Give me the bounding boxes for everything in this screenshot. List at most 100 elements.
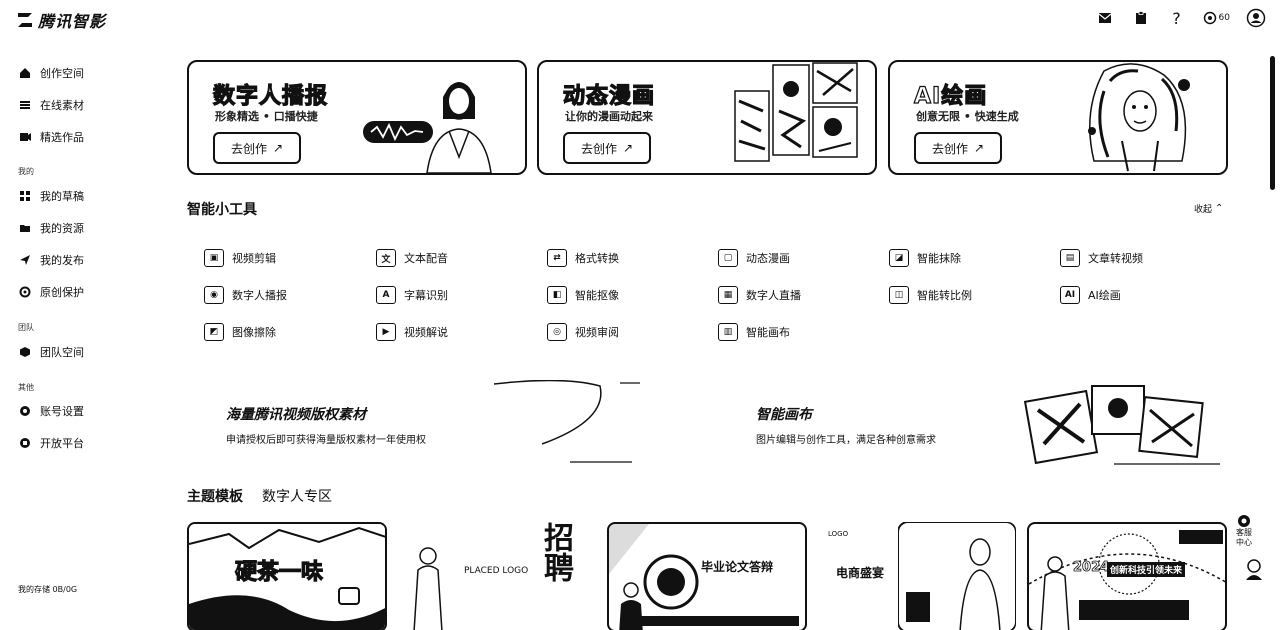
article-video-icon: ▤ (1060, 249, 1080, 267)
template-card[interactable]: 硬茶一味 (187, 522, 387, 630)
sidebar-item-label: 精选作品 (40, 131, 84, 144)
tool-label: 字幕识别 (404, 289, 448, 302)
chevron-up-icon: ⌃ (1215, 203, 1224, 214)
arrow-up-right-icon: ↗ (272, 141, 284, 155)
button-label: 去创作 (230, 141, 267, 156)
tool-item[interactable]: ◉ 数字人播报 (204, 285, 287, 305)
tool-item[interactable]: ▶ 视频解说 (376, 322, 448, 342)
tool-item[interactable]: A 字幕识别 (376, 285, 448, 305)
erase-icon: ◪ (889, 249, 909, 267)
sidebar-item-resources[interactable]: 我的资源 (18, 219, 84, 237)
storage-info[interactable]: 我的存储 0B/0G (18, 584, 77, 595)
send-icon (18, 253, 32, 267)
group-label-other: 其他 (18, 383, 34, 392)
tool-item[interactable]: ◫ 智能转比例 (889, 285, 972, 305)
page-scrollbar[interactable] (1270, 56, 1275, 190)
tab-digital-human[interactable]: 数字人专区 (262, 486, 332, 506)
grid-icon (18, 189, 32, 203)
banner-comic[interactable]: 动态漫画 让你的漫画动起来 去创作 ↗ (537, 60, 877, 175)
banner-create-button[interactable]: 去创作 ↗ (563, 132, 651, 164)
template-text-2: 创新科技引领未来 (1107, 562, 1186, 577)
live-icon: ▦ (718, 286, 738, 304)
tool-label: 智能抹除 (917, 252, 961, 265)
template-card[interactable]: PLACED LOGO 招聘 (400, 522, 596, 630)
clipboard-icon[interactable] (1131, 8, 1151, 28)
template-card[interactable]: LOGO 电商盛宴 (818, 522, 1016, 630)
tool-item[interactable]: ▥ 智能画布 (718, 322, 790, 342)
button-label: 去创作 (580, 141, 617, 156)
banner-create-button[interactable]: 去创作 ↗ (213, 132, 301, 164)
group-label-mine: 我的 (18, 167, 34, 176)
sidebar-item-publish[interactable]: 我的发布 (18, 251, 84, 269)
tool-item[interactable]: ▦ 数字人直播 (718, 285, 801, 305)
template-card[interactable]: 毕业论文答辩 (607, 522, 807, 630)
user-avatar-icon[interactable] (1246, 8, 1266, 28)
tool-item[interactable]: ◧ 智能抠像 (547, 285, 619, 305)
shield-icon (18, 285, 32, 299)
tool-item[interactable]: ⇄ 格式转换 (547, 248, 619, 268)
sidebar-item-label: 团队空间 (40, 346, 84, 359)
tool-label: 文章转视频 (1088, 252, 1143, 265)
tool-item[interactable]: ◎ 视频审阅 (547, 322, 619, 342)
cube-icon (18, 345, 32, 359)
mail-icon[interactable] (1095, 8, 1115, 28)
tool-item[interactable]: 文文本配音 (376, 248, 448, 268)
points-value: 60 (1218, 13, 1230, 23)
tool-label: 数字人播报 (232, 289, 287, 302)
sidebar-item-account[interactable]: 账号设置 (18, 402, 84, 420)
sidebar-item-label: 我的资源 (40, 222, 84, 235)
tool-label: 智能转比例 (917, 289, 972, 302)
promo-title-canvas[interactable]: 智能画布 (756, 404, 812, 424)
sidebar-item-drafts[interactable]: 我的草稿 (18, 187, 84, 205)
tab-theme-templates[interactable]: 主题模板 (187, 486, 243, 506)
promo-curve-decoration (494, 380, 640, 463)
sidebar-item-protect[interactable]: 原创保护 (18, 283, 84, 301)
review-icon: ◎ (547, 323, 567, 341)
assistant-avatar-icon[interactable] (1244, 558, 1264, 580)
template-card[interactable]: 2024 创新科技引领未来 (1027, 522, 1227, 630)
comic-illustration (734, 62, 858, 162)
collapse-label: 收起 (1194, 205, 1213, 215)
text-voice-icon: 文 (376, 249, 396, 267)
banner-ai-paint[interactable]: AI绘画 创意无限 • 快速生成 去创作 ↗ (888, 60, 1228, 175)
template-text: 2024 (1073, 560, 1110, 576)
arrow-up-right-icon: ↗ (622, 141, 634, 155)
plug-icon (18, 436, 32, 450)
sidebar-item-open-platform[interactable]: 开放平台 (18, 434, 84, 452)
sidebar-item-label: 原创保护 (40, 286, 84, 299)
promo-subtitle-canvas: 图片编辑与创作工具，满足各种创意需求 (756, 435, 936, 446)
sidebar-item-create[interactable]: 创作空间 (18, 64, 84, 82)
promo-title-copyright[interactable]: 海量腾讯视频版权素材 (226, 404, 366, 424)
promo-subtitle-copyright: 申请授权后即可获得海量版权素材一年使用权 (226, 435, 426, 446)
image-erase-icon: ◩ (204, 323, 224, 341)
play-icon (18, 130, 32, 144)
layers-icon (18, 98, 32, 112)
template-text: LOGO (828, 530, 849, 538)
tool-item[interactable]: ◩ 图像擦除 (204, 322, 276, 342)
tool-item[interactable]: ▢ 动态漫画 (718, 248, 790, 268)
tool-item[interactable]: ◪ 智能抹除 (889, 248, 961, 268)
tool-item[interactable]: ▤ 文章转视频 (1060, 248, 1143, 268)
help-icon[interactable]: ? (1167, 8, 1187, 28)
banner-create-button[interactable]: 去创作 ↗ (914, 132, 1002, 164)
logo[interactable]: 腾讯智影 (16, 8, 106, 32)
arrow-up-right-icon: ↗ (973, 141, 985, 155)
sidebar-item-works[interactable]: 精选作品 (18, 128, 84, 146)
tool-label: AI绘画 (1088, 289, 1121, 302)
ai-portrait-illustration (1088, 63, 1190, 172)
points-badge[interactable]: 60 (1203, 11, 1230, 25)
tool-item[interactable]: AI AI绘画 (1060, 285, 1121, 305)
sidebar-item-materials[interactable]: 在线素材 (18, 96, 84, 114)
banner-digital-human[interactable]: 数字人播报 形象精选 • 口播快捷 去创作 ↗ (187, 60, 527, 175)
collapse-toggle[interactable]: 收起 ⌃ (1194, 202, 1223, 215)
tool-item[interactable]: ▣ 视频剪辑 (204, 248, 276, 268)
canvas-icon: ▥ (718, 323, 738, 341)
sidebar-item-label: 在线素材 (40, 99, 84, 112)
customer-service-button[interactable]: 客服中心 (1232, 514, 1256, 547)
banner-subtitle: 形象精选 • 口播快捷 (215, 110, 318, 123)
top-bar: 腾讯智影 ? 60 (0, 0, 1280, 40)
tool-label: 图像擦除 (232, 326, 276, 339)
sidebar-item-team-space[interactable]: 团队空间 (18, 343, 84, 361)
storage-value: 0B/0G (52, 585, 78, 594)
template-text: PLACED LOGO (464, 566, 529, 576)
